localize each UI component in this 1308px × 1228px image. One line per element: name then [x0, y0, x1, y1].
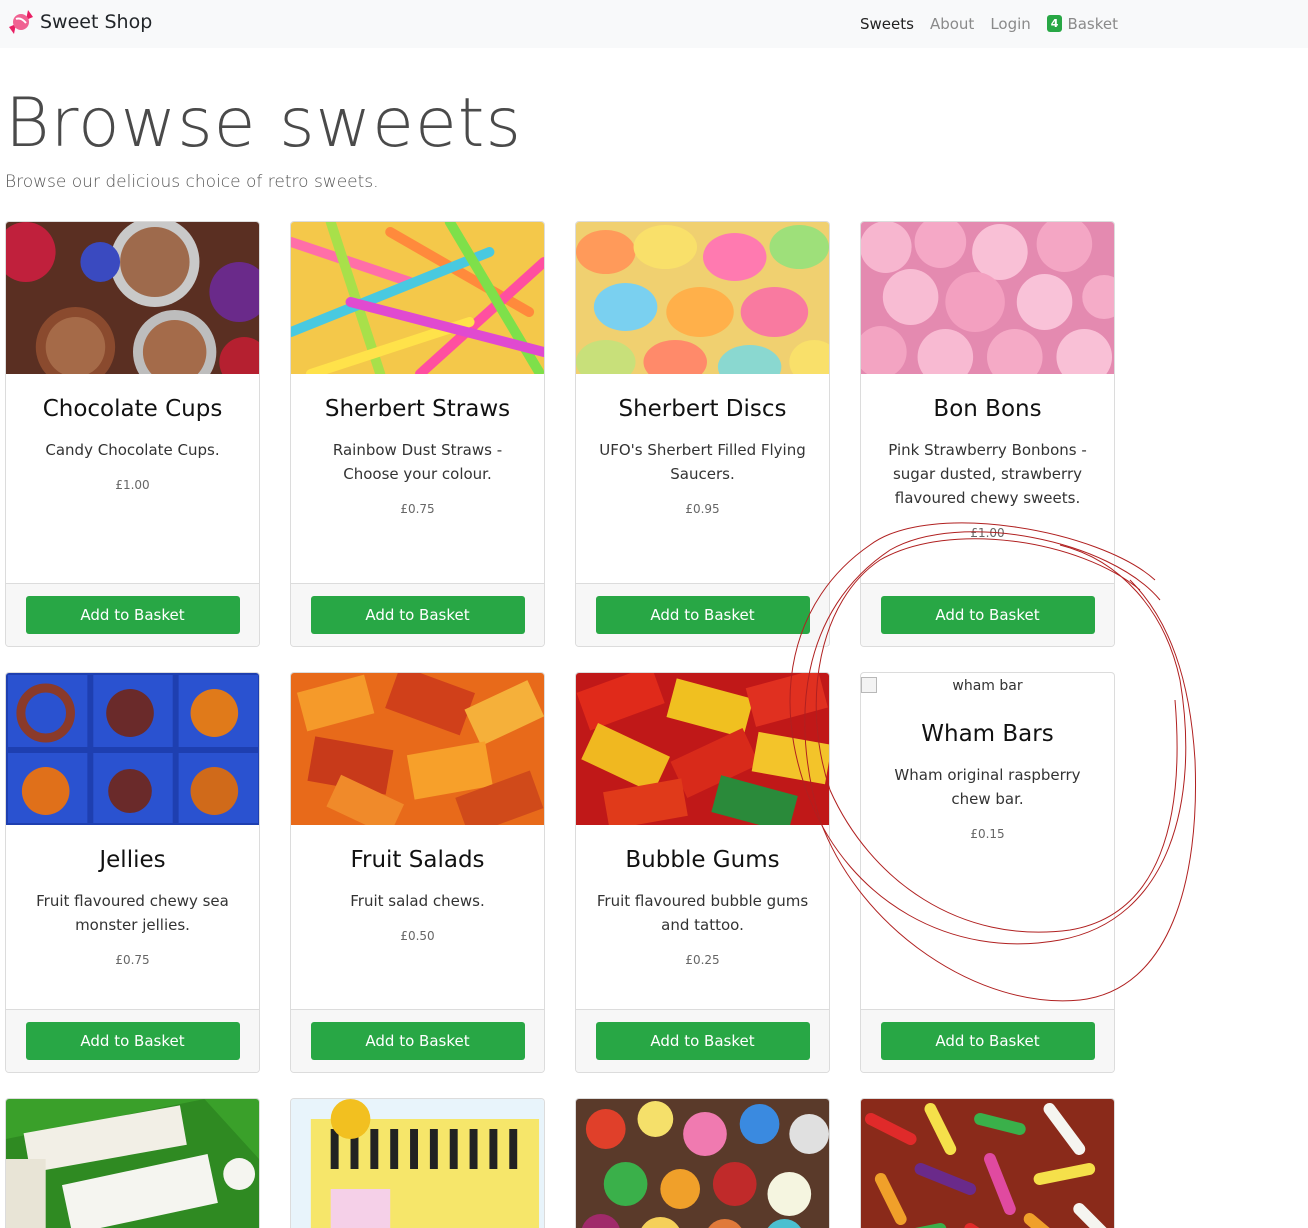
chocolate-cups-image[interactable]: [6, 222, 259, 374]
product-card: Sherbert Straws Rainbow Dust Straws - Ch…: [290, 221, 545, 647]
product-name: Bon Bons: [933, 396, 1042, 422]
nav-basket[interactable]: 4 Basket: [1046, 15, 1118, 33]
sherbet-fountain-image[interactable]: [291, 1099, 544, 1228]
page-title: Browse sweets: [5, 84, 522, 163]
card-footer: Add to Basket: [576, 1009, 829, 1072]
product-price: £0.75: [400, 502, 435, 516]
add-to-basket-button[interactable]: Add to Basket: [595, 1022, 810, 1060]
navbar: Sweet Shop Sweets About Login 4 Basket: [0, 0, 1308, 48]
product-description: Pink Strawberry Bonbons - sugar dusted, …: [888, 441, 1087, 507]
brand-link[interactable]: Sweet Shop: [6, 7, 152, 37]
product-card: Chocolate Cups Candy Chocolate Cups. £1.…: [5, 221, 260, 647]
brand-name: Sweet Shop: [40, 11, 153, 33]
product-card: Bubble Gums Fruit flavoured bubble gums …: [575, 672, 830, 1073]
product-card: [860, 1098, 1115, 1228]
product-name: Sherbert Straws: [324, 396, 511, 422]
nav-links: Sweets About Login 4 Basket: [860, 0, 1134, 48]
jellies-image[interactable]: [6, 673, 259, 825]
product-price: £0.75: [115, 953, 150, 967]
product-description: Rainbow Dust Straws - Choose your colour…: [332, 441, 503, 483]
add-to-basket-button[interactable]: Add to Basket: [880, 1022, 1095, 1060]
product-description: Fruit salad chews.: [350, 892, 485, 910]
add-to-basket-button[interactable]: Add to Basket: [880, 596, 1095, 634]
product-name: Bubble Gums: [625, 847, 780, 873]
broken-image-icon: [861, 677, 877, 693]
basket-label: Basket: [1067, 15, 1118, 33]
jelly-beans-image[interactable]: [861, 1099, 1114, 1228]
card-body: Bubble Gums Fruit flavoured bubble gums …: [576, 825, 829, 1009]
sherbert-straws-image[interactable]: [291, 222, 544, 374]
card-body: Bon Bons Pink Strawberry Bonbons - sugar…: [861, 374, 1114, 583]
product-price: £1.00: [115, 478, 150, 492]
product-name: Chocolate Cups: [42, 396, 223, 422]
product-description: UFO's Sherbert Filled Flying Saucers.: [599, 441, 806, 483]
broken-image[interactable]: wham bar: [861, 673, 1114, 699]
product-card: Sherbert Discs UFO's Sherbert Filled Fly…: [575, 221, 830, 647]
candy-icon: [6, 7, 36, 37]
product-price: £0.95: [685, 502, 720, 516]
product-card: Jellies Fruit flavoured chewy sea monste…: [5, 672, 260, 1073]
pick-and-mix-image[interactable]: [576, 1099, 829, 1228]
product-description: Fruit flavoured chewy sea monster jellie…: [36, 892, 229, 934]
product-description: Candy Chocolate Cups.: [45, 441, 220, 459]
product-card: [290, 1098, 545, 1228]
bon-bons-image[interactable]: [861, 222, 1114, 374]
add-to-basket-button[interactable]: Add to Basket: [310, 1022, 525, 1060]
nav-sweets[interactable]: Sweets: [860, 15, 914, 33]
product-price: £0.15: [970, 827, 1005, 841]
product-price: £1.00: [970, 526, 1005, 540]
card-body: Fruit Salads Fruit salad chews. £0.50: [291, 825, 544, 1009]
card-body: Sherbert Straws Rainbow Dust Straws - Ch…: [291, 374, 544, 583]
card-footer: Add to Basket: [291, 1009, 544, 1072]
product-grid: Chocolate Cups Candy Chocolate Cups. £1.…: [5, 221, 1115, 1228]
page-lead: Browse our delicious choice of retro swe…: [5, 172, 379, 192]
product-name: Sherbert Discs: [618, 396, 787, 422]
product-description: Fruit flavoured bubble gums and tattoo.: [596, 892, 809, 934]
card-footer: Add to Basket: [861, 1009, 1114, 1072]
bubble-gums-image[interactable]: [576, 673, 829, 825]
card-body: Chocolate Cups Candy Chocolate Cups. £1.…: [6, 374, 259, 583]
product-name: Jellies: [99, 847, 166, 873]
add-to-basket-button[interactable]: Add to Basket: [595, 596, 810, 634]
product-price: £0.50: [400, 929, 435, 943]
add-to-basket-button[interactable]: Add to Basket: [25, 1022, 240, 1060]
product-card: Fruit Salads Fruit salad chews. £0.50 Ad…: [290, 672, 545, 1073]
whistles-image[interactable]: [6, 1099, 259, 1228]
basket-count-badge: 4: [1046, 15, 1063, 32]
card-body: Jellies Fruit flavoured chewy sea monste…: [6, 825, 259, 1009]
card-body: Sherbert Discs UFO's Sherbert Filled Fly…: [576, 374, 829, 583]
product-card: wham bar Wham Bars Wham original raspber…: [860, 672, 1115, 1073]
nav-about[interactable]: About: [930, 15, 974, 33]
sherbert-discs-image[interactable]: [576, 222, 829, 374]
card-footer: Add to Basket: [861, 583, 1114, 646]
product-price: £0.25: [685, 953, 720, 967]
product-description: Wham original raspberry chew bar.: [894, 766, 1081, 808]
add-to-basket-button[interactable]: Add to Basket: [310, 596, 525, 634]
card-footer: Add to Basket: [576, 583, 829, 646]
fruit-salads-image[interactable]: [291, 673, 544, 825]
product-name: Fruit Salads: [350, 847, 485, 873]
card-footer: Add to Basket: [6, 583, 259, 646]
product-card: Bon Bons Pink Strawberry Bonbons - sugar…: [860, 221, 1115, 647]
product-card: [5, 1098, 260, 1228]
add-to-basket-button[interactable]: Add to Basket: [25, 596, 240, 634]
image-alt-text: wham bar: [952, 678, 1023, 694]
product-card: [575, 1098, 830, 1228]
card-body: Wham Bars Wham original raspberry chew b…: [861, 699, 1114, 1009]
card-footer: Add to Basket: [291, 583, 544, 646]
product-name: Wham Bars: [921, 721, 1054, 747]
card-footer: Add to Basket: [6, 1009, 259, 1072]
nav-login[interactable]: Login: [990, 15, 1030, 33]
